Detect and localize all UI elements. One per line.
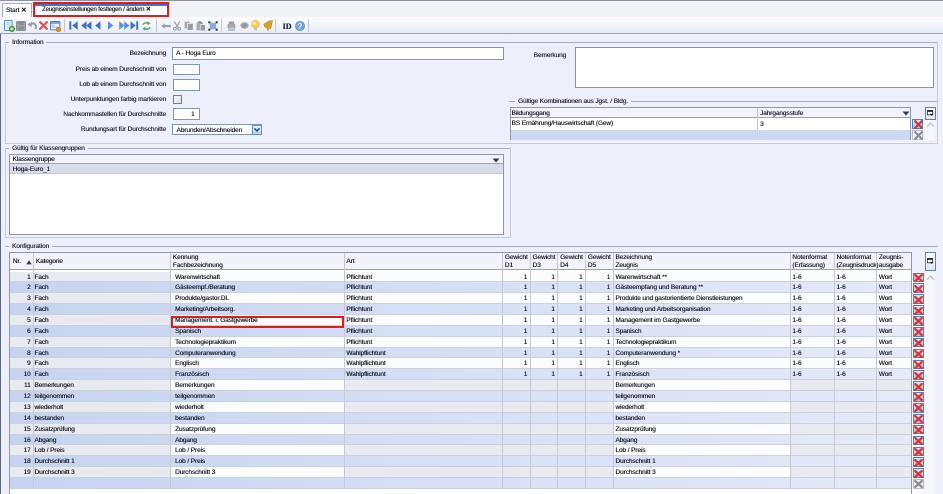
svg-text:?: ? bbox=[298, 21, 303, 30]
